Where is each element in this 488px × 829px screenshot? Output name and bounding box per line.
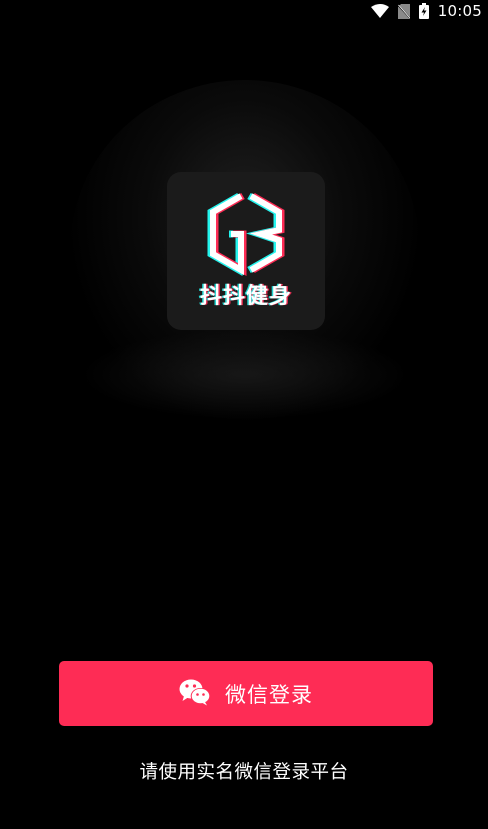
no-sim-icon	[397, 3, 410, 19]
app-logo: 抖抖健身	[167, 172, 325, 330]
login-button-label: 微信登录	[225, 682, 313, 707]
battery-charging-icon	[418, 3, 429, 19]
wechat-icon	[179, 678, 211, 710]
wifi-icon	[370, 4, 389, 18]
logo-mark-icon	[207, 192, 285, 277]
logo-text: 抖抖健身	[199, 284, 292, 309]
status-bar: 10:05	[0, 0, 488, 22]
logo-glow-lower	[80, 330, 410, 420]
wechat-login-button[interactable]: 微信登录	[59, 661, 433, 726]
status-icons: 10:05	[370, 0, 482, 22]
status-time: 10:05	[437, 2, 482, 20]
login-hint: 请使用实名微信登录平台	[139, 762, 349, 783]
login-screen: 10:05 抖抖健身 微信登录 请使用实名微信登录平台	[0, 0, 488, 829]
